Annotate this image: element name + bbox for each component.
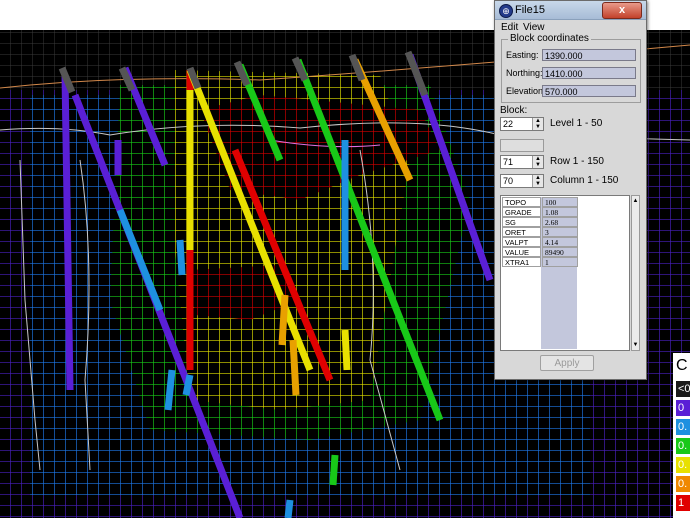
level-value: 22 xyxy=(503,119,514,129)
apply-button[interactable]: Apply xyxy=(540,355,594,371)
table-row[interactable]: GRADE 1.08 xyxy=(502,207,630,217)
legend-swatch: 0. xyxy=(676,476,690,492)
scroll-down-icon[interactable]: ▼ xyxy=(632,341,639,349)
column-spinner[interactable]: 70 ▲ ▼ xyxy=(500,174,544,188)
attribute-name: TOPO xyxy=(502,197,541,207)
row-spinner[interactable]: 71 ▲ ▼ xyxy=(500,155,544,169)
table-row[interactable]: SG 2.68 xyxy=(502,217,630,227)
easting-field[interactable]: 1390.000 xyxy=(542,49,636,61)
window-titlebar[interactable]: ⊕ File15 x xyxy=(495,1,646,20)
easting-label: Easting: xyxy=(506,50,539,60)
attribute-value[interactable]: 89490 xyxy=(542,247,578,257)
table-row[interactable]: ORET 3 xyxy=(502,227,630,237)
table-row[interactable]: TOPO 100 xyxy=(502,197,630,207)
legend-swatch: <0 xyxy=(676,381,690,397)
attribute-value[interactable]: 1 xyxy=(542,257,578,267)
drillhole-18 xyxy=(329,454,339,486)
table-row[interactable]: VALUE 89490 xyxy=(502,247,630,257)
window-title: File15 xyxy=(515,4,545,16)
spin-down-icon[interactable]: ▼ xyxy=(533,162,543,168)
attribute-name: GRADE xyxy=(502,207,541,217)
table-scrollbar[interactable]: ▲ ▼ xyxy=(631,195,640,351)
attribute-value[interactable]: 3 xyxy=(542,227,578,237)
menu-view[interactable]: View xyxy=(523,22,545,33)
color-legend: C <0 0 0. 0. 0. 0. 1 xyxy=(673,353,690,518)
legend-swatch: 0. xyxy=(676,438,690,454)
legend-swatch: 1 xyxy=(676,495,690,511)
block-coordinates-label: Block coordinates xyxy=(508,33,591,44)
legend-title: C xyxy=(676,357,688,374)
legend-swatch: 0 xyxy=(676,400,690,416)
block-info-window: ⊕ File15 x Edit View Block coordinates E… xyxy=(494,0,647,380)
elevation-label: Elevation: xyxy=(506,86,546,96)
drillhole-13 xyxy=(289,339,300,396)
block-extra-field[interactable] xyxy=(500,139,544,152)
elevation-field[interactable]: 570.000 xyxy=(542,85,636,97)
table-row[interactable]: XTRA1 1 xyxy=(502,257,630,267)
drillhole-19 xyxy=(284,499,294,518)
column-value: 70 xyxy=(503,176,514,186)
attribute-value[interactable]: 2.68 xyxy=(542,217,578,227)
attribute-value[interactable]: 1.08 xyxy=(542,207,578,217)
spin-down-icon[interactable]: ▼ xyxy=(533,124,543,130)
attribute-table[interactable]: TOPO 100 GRADE 1.08 SG 2.68 ORET 3 VALPT 4.14… xyxy=(500,195,630,351)
drillhole-14 xyxy=(341,329,351,371)
spin-down-icon[interactable]: ▼ xyxy=(533,181,543,187)
drillhole-1 xyxy=(61,74,74,391)
row-value: 71 xyxy=(503,157,514,167)
attribute-value[interactable]: 4.14 xyxy=(542,237,578,247)
attribute-name: VALPT xyxy=(502,237,541,247)
menu-edit[interactable]: Edit xyxy=(501,22,518,33)
legend-swatch: 0. xyxy=(676,457,690,473)
drillhole-17 xyxy=(182,374,194,396)
block-label: Block: xyxy=(500,105,528,116)
attribute-name: SG xyxy=(502,217,541,227)
attribute-name: VALUE xyxy=(502,247,541,257)
scroll-up-icon[interactable]: ▲ xyxy=(632,197,639,205)
block-coordinates-group: Block coordinates Easting: 1390.000 Nort… xyxy=(501,33,641,103)
legend-swatch: 0. xyxy=(676,419,690,435)
app-globe-icon: ⊕ xyxy=(499,4,513,18)
close-button[interactable]: x xyxy=(602,2,642,19)
drillhole-16 xyxy=(164,369,176,411)
northing-label: Northing: xyxy=(506,68,543,78)
table-row[interactable]: VALPT 4.14 xyxy=(502,237,630,247)
row-range-label: Row 1 - 150 xyxy=(550,156,604,167)
attribute-name: XTRA1 xyxy=(502,257,541,267)
level-spinner[interactable]: 22 ▲ ▼ xyxy=(500,117,544,131)
drillhole-12 xyxy=(176,239,186,276)
column-range-label: Column 1 - 150 xyxy=(550,175,619,186)
attribute-name: ORET xyxy=(502,227,541,237)
northing-field[interactable]: 1410.000 xyxy=(542,67,636,79)
attribute-value[interactable]: 100 xyxy=(542,197,578,207)
level-range-label: Level 1 - 50 xyxy=(550,118,603,129)
drillhole-15 xyxy=(278,294,289,346)
